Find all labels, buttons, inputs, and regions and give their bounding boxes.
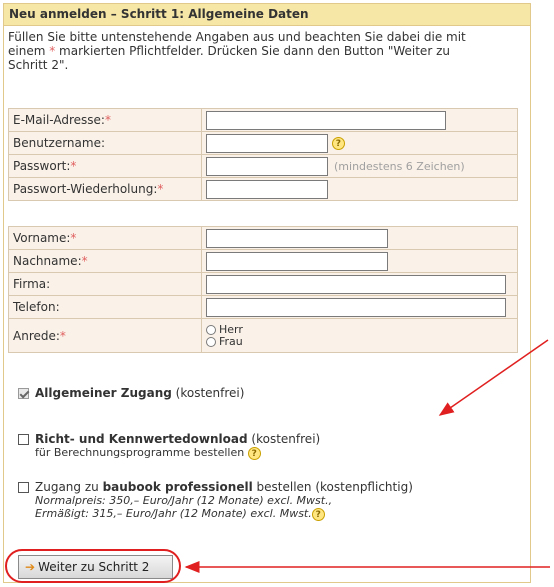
annotation-arrow-options: [438, 339, 549, 416]
annotation-arrows: [184, 339, 550, 573]
